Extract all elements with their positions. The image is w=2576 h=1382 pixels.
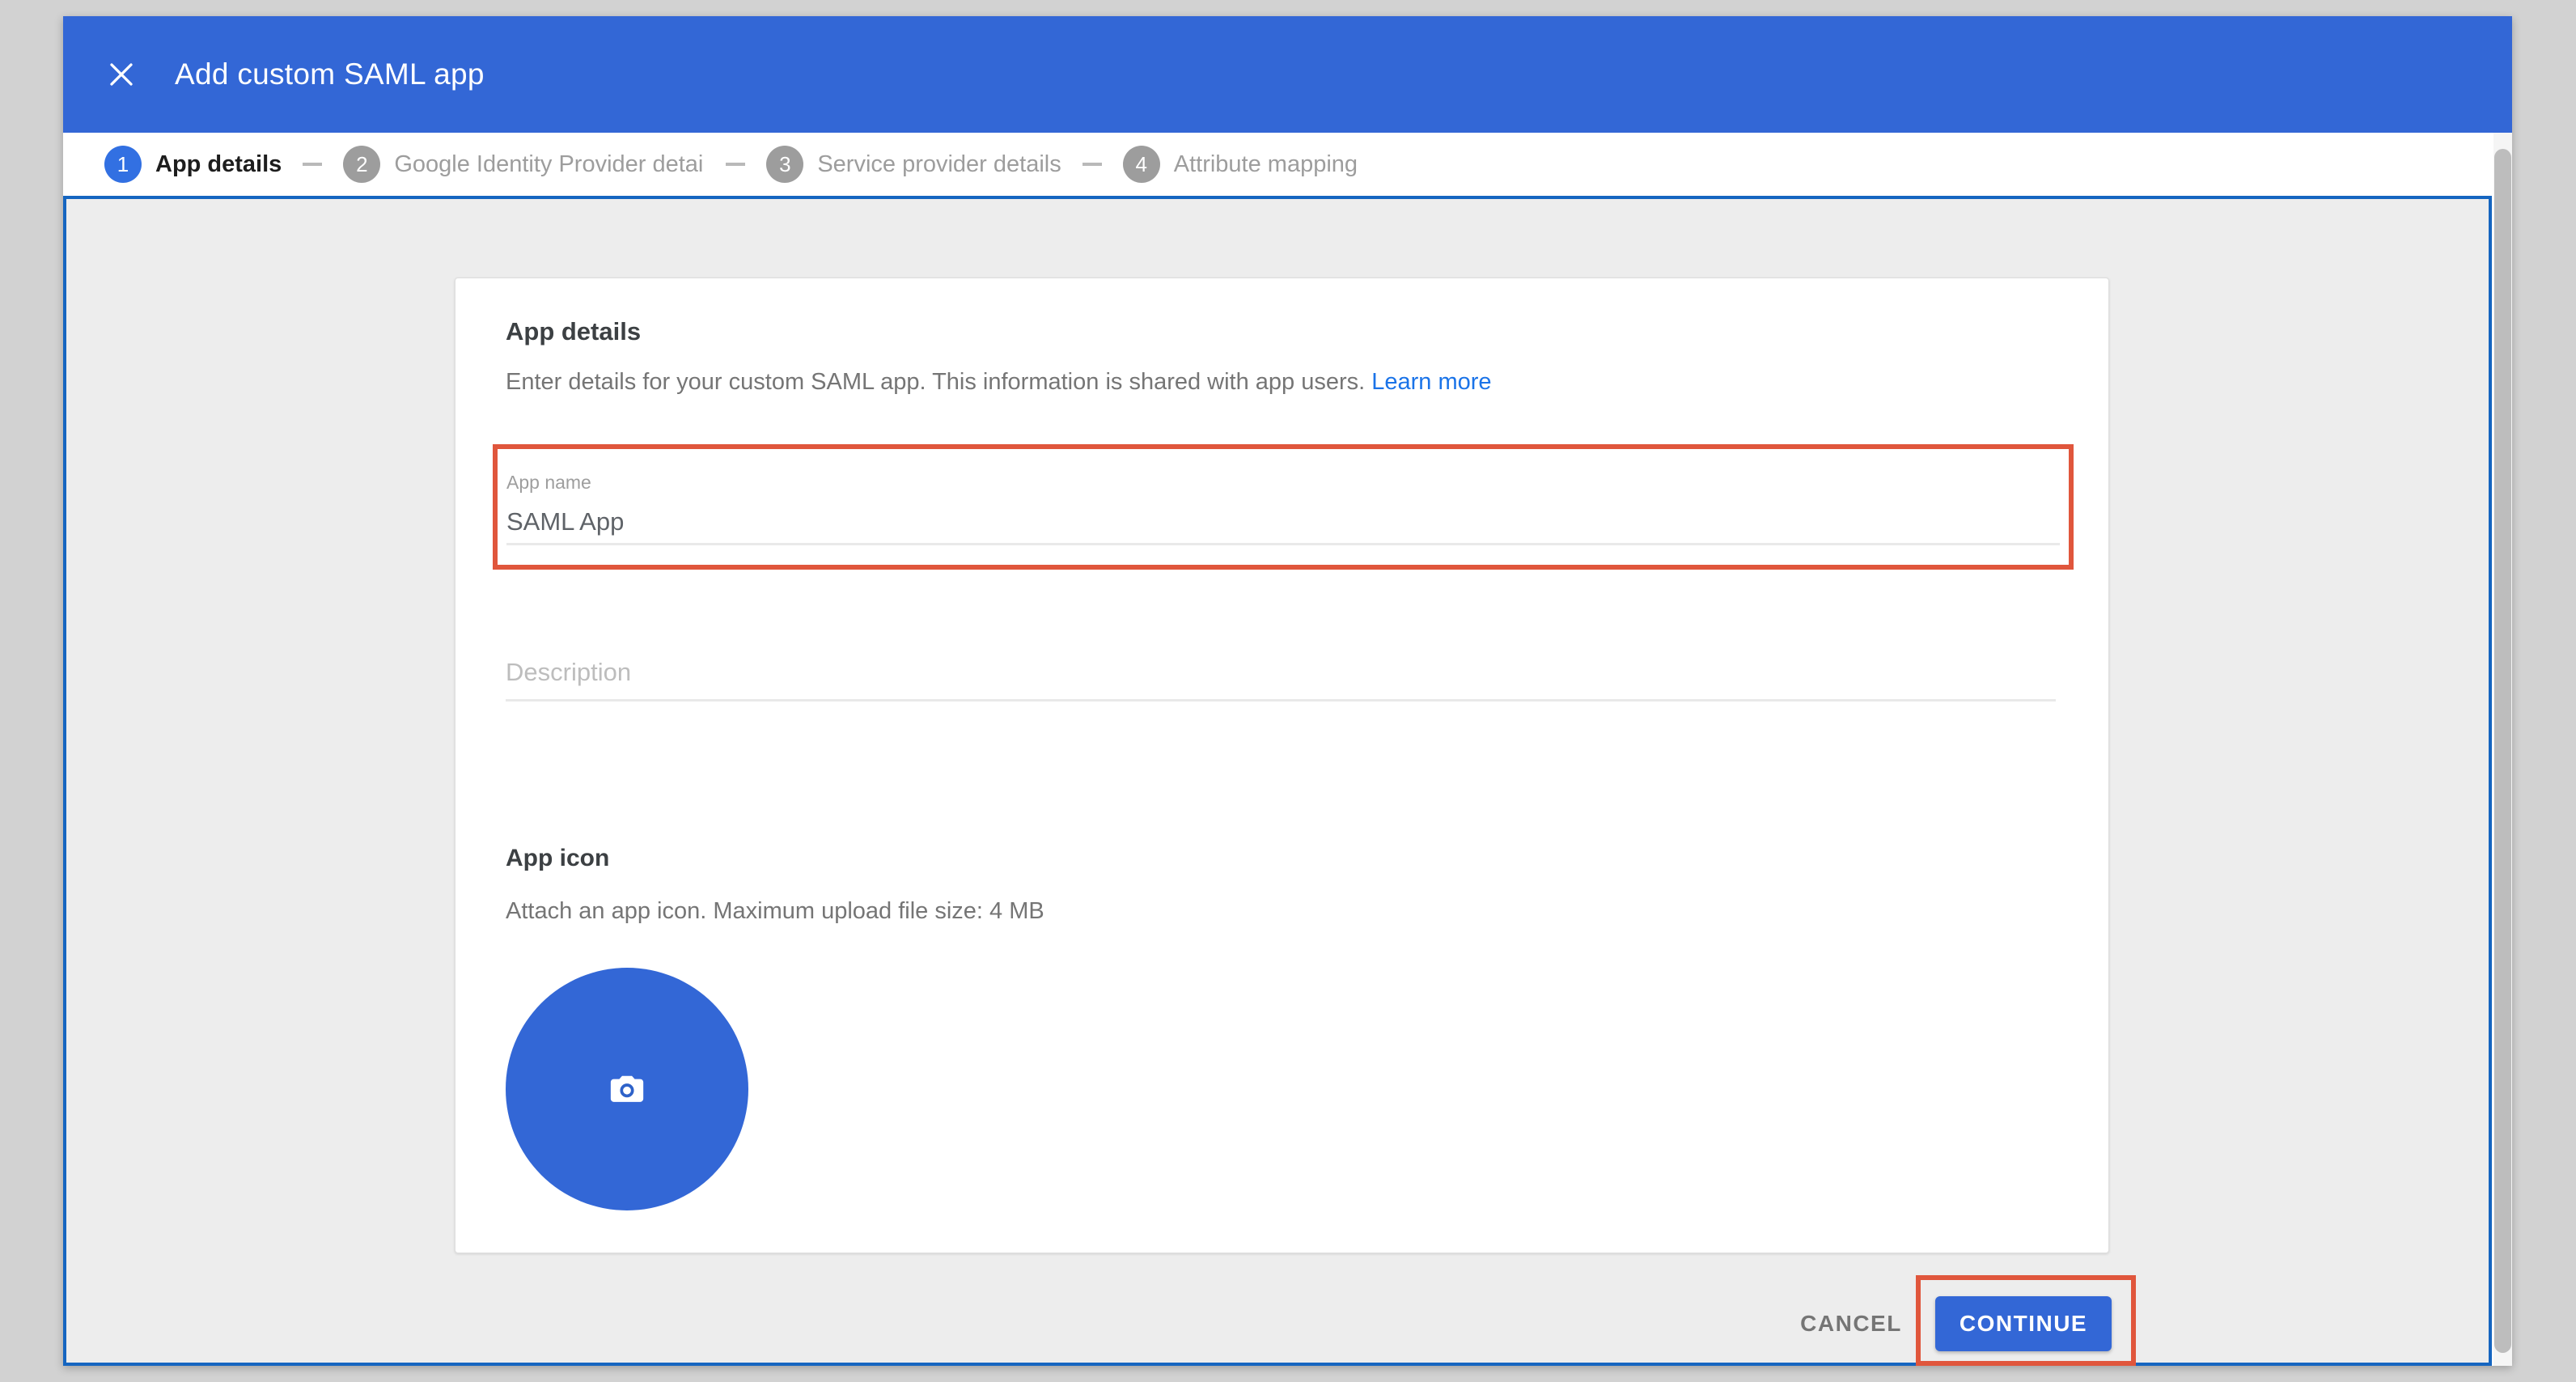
- app-icon-upload-button[interactable]: [506, 968, 748, 1210]
- description-underline: [506, 699, 2056, 702]
- step-4-label: Attribute mapping: [1174, 151, 1358, 178]
- app-name-input[interactable]: [506, 502, 2052, 541]
- scrollbar[interactable]: [2493, 133, 2512, 1366]
- section-title: App details: [506, 317, 641, 346]
- cancel-button[interactable]: CANCEL: [1778, 1295, 1924, 1353]
- intro-text: Enter details for your custom SAML app. …: [506, 369, 1365, 395]
- section-intro: Enter details for your custom SAML app. …: [506, 369, 1492, 396]
- step-google-idp-details[interactable]: 2 Google Identity Provider details: [343, 146, 705, 183]
- app-icon-hint: Attach an app icon. Maximum upload file …: [506, 898, 1044, 925]
- dialog-title: Add custom SAML app: [175, 57, 485, 91]
- step-divider: [726, 163, 745, 166]
- app-details-card: App details Enter details for your custo…: [455, 278, 2109, 1253]
- add-custom-saml-app-dialog: Add custom SAML app 1 App details 2 Goog…: [63, 16, 2512, 1366]
- step-app-details[interactable]: 1 App details: [104, 146, 282, 183]
- step-divider: [303, 163, 322, 166]
- step-service-provider-details[interactable]: 3 Service provider details: [766, 146, 1061, 183]
- stepper: 1 App details 2 Google Identity Provider…: [63, 133, 2512, 196]
- step-attribute-mapping[interactable]: 4 Attribute mapping: [1123, 146, 1358, 183]
- dialog-header: Add custom SAML app: [63, 16, 2512, 133]
- step-3-circle: 3: [766, 146, 803, 183]
- close-button[interactable]: [104, 57, 139, 92]
- app-name-underline: [506, 543, 2060, 545]
- description-input[interactable]: [506, 652, 2051, 693]
- app-icon-title: App icon: [506, 845, 609, 872]
- close-icon: [107, 60, 136, 89]
- continue-button[interactable]: CONTINUE: [1935, 1296, 2112, 1351]
- step-divider: [1083, 163, 1102, 166]
- dialog-content: App details Enter details for your custo…: [63, 196, 2492, 1366]
- step-3-label: Service provider details: [817, 151, 1061, 178]
- camera-icon: [606, 1068, 648, 1110]
- step-2-circle: 2: [343, 146, 380, 183]
- step-2-label: Google Identity Provider details: [394, 151, 705, 178]
- learn-more-link[interactable]: Learn more: [1371, 369, 1491, 395]
- step-4-circle: 4: [1123, 146, 1160, 183]
- app-name-label: App name: [506, 472, 591, 494]
- app-name-highlight-box: App name: [493, 444, 2074, 570]
- step-1-label: App details: [155, 151, 282, 178]
- scrollbar-thumb[interactable]: [2494, 149, 2511, 1353]
- step-1-circle: 1: [104, 146, 142, 183]
